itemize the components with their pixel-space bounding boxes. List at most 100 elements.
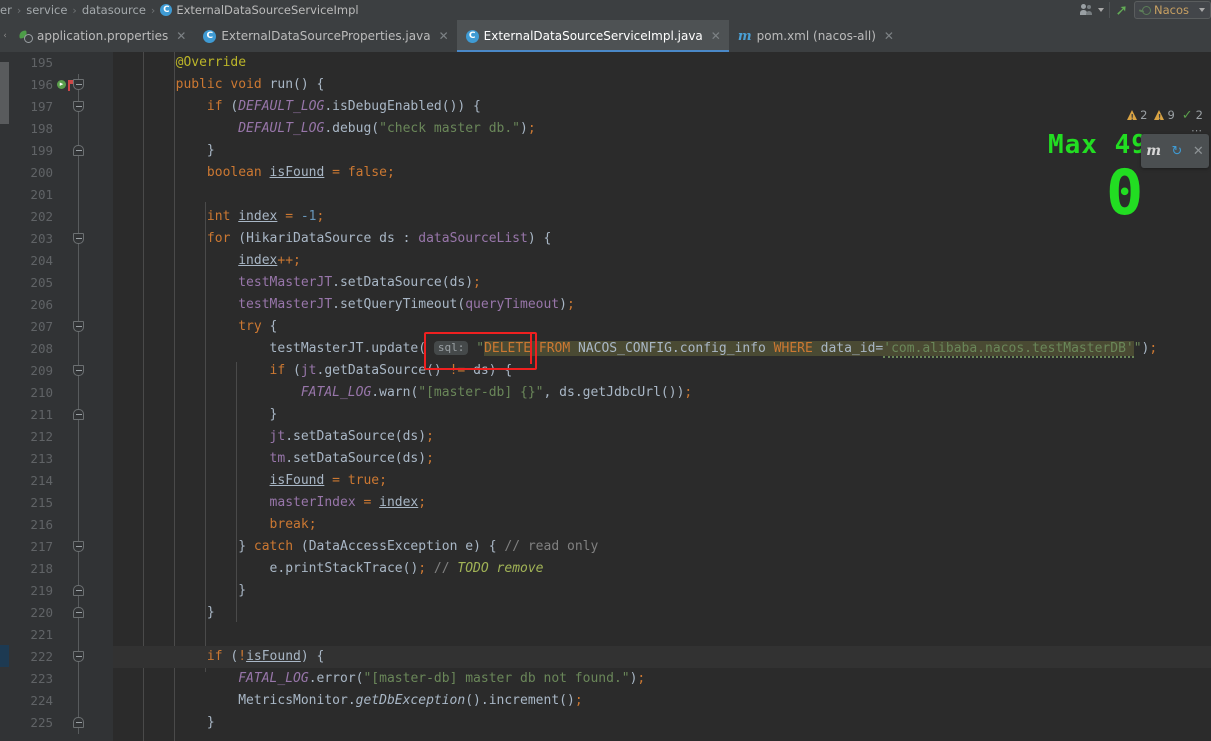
maven-floating-toolbar[interactable]: ⋯ m ↻ ✕ [1141,124,1209,168]
fold-marker[interactable] [73,580,84,602]
fold-marker[interactable] [73,96,84,118]
code-line[interactable]: boolean isFound = false; [113,162,1211,184]
fold-marker[interactable] [73,382,84,404]
override-marker-icon[interactable] [67,78,73,91]
line-number: 206 [30,297,53,312]
fold-marker[interactable] [73,316,84,338]
tab-external-datasource-properties[interactable]: C ExternalDataSourceProperties.java ✕ [194,20,456,52]
gutter-row: 224 [9,690,113,712]
fold-marker[interactable] [73,360,84,382]
code-line[interactable]: tm.setDataSource(ds); [113,448,1211,470]
fold-marker[interactable] [73,140,84,162]
code-line[interactable] [113,624,1211,646]
run-gutter-icon[interactable]: ▸ [57,80,66,89]
close-icon[interactable]: ✕ [176,30,186,42]
code-line[interactable]: @Override [113,52,1211,74]
code-line[interactable]: } [113,712,1211,734]
code-line[interactable]: for (HikariDataSource ds : dataSourceLis… [113,228,1211,250]
breadcrumb-item-2[interactable]: datasource [82,3,146,17]
fold-marker[interactable] [73,448,84,470]
fold-marker[interactable] [73,404,84,426]
code-line[interactable]: } [113,140,1211,162]
code-line[interactable]: masterIndex = index; [113,492,1211,514]
code-line[interactable]: index++; [113,250,1211,272]
code-line[interactable]: if (DEFAULT_LOG.isDebugEnabled()) { [113,96,1211,118]
fold-marker[interactable] [73,558,84,580]
close-icon[interactable]: ✕ [711,30,721,42]
run-configuration-selector[interactable]: Nacos [1134,1,1211,19]
breadcrumb-item-0[interactable]: er [0,3,12,17]
code-editor[interactable]: 195 196 ▸ 197 198 199 200 201 202 203 204 205 206 207… [0,52,1211,741]
code-line[interactable]: DEFAULT_LOG.debug("check master db."); [113,118,1211,140]
code-line[interactable]: if (!isFound) { [113,646,1211,668]
fold-marker[interactable] [73,514,84,536]
code-line[interactable]: int index = -1; [113,206,1211,228]
gutter-row: 199 [9,140,113,162]
code-line[interactable]: } catch (DataAccessException e) { // rea… [113,536,1211,558]
code-line[interactable]: jt.setDataSource(ds); [113,426,1211,448]
fold-marker[interactable] [73,162,84,184]
fold-marker[interactable] [73,536,84,558]
fold-marker[interactable] [73,646,84,668]
fold-marker[interactable] [73,228,84,250]
line-number: 219 [30,583,53,598]
code-line[interactable]: } [113,580,1211,602]
fold-marker[interactable] [73,250,84,272]
code-line[interactable]: try { [113,316,1211,338]
code-line[interactable]: FATAL_LOG.warn("[master-db] {}", ds.getJ… [113,382,1211,404]
class-icon: C [203,29,217,43]
inspection-widget[interactable]: 2 9 ✓ 2 [1127,108,1207,122]
fold-marker[interactable] [73,624,84,646]
run-arrow-icon[interactable]: ➚ [1115,2,1128,18]
code-line[interactable]: } [113,404,1211,426]
code-line[interactable]: if (jt.getDataSource() != ds) { [113,360,1211,382]
fold-marker[interactable] [73,338,84,360]
code-line[interactable]: e.printStackTrace(); // TODO remove [113,558,1211,580]
fold-marker[interactable] [73,602,84,624]
users-icon[interactable] [1080,4,1094,16]
code-line[interactable]: testMasterJT.update( sql: "DELETE FROM N… [113,338,1211,360]
fold-marker[interactable] [73,712,84,734]
more-icon[interactable]: ⋯ [1191,124,1203,137]
gutter-row: 205 [9,272,113,294]
line-number: 195 [30,55,53,70]
maven-icon: m [1146,143,1162,159]
code-line[interactable]: public void run() { [113,74,1211,96]
tab-external-datasource-service-impl[interactable]: C ExternalDataSourceServiceImpl.java ✕ [456,20,730,52]
scrollbar-thumb[interactable] [0,62,9,124]
code-line[interactable]: } [113,602,1211,624]
fold-marker[interactable] [73,294,84,316]
code-line[interactable]: testMasterJT.setDataSource(ds); [113,272,1211,294]
close-icon[interactable]: ✕ [439,30,449,42]
fold-marker[interactable] [73,690,84,712]
fold-marker[interactable] [73,426,84,448]
fold-marker[interactable] [73,52,84,74]
code-line[interactable]: isFound = true; [113,470,1211,492]
code-line-list: @Override public void run() { if (DEFAUL… [113,52,1211,734]
gutter-row: 212 [9,426,113,448]
chevron-down-icon[interactable] [1098,8,1105,12]
fold-marker[interactable] [73,184,84,206]
fold-marker[interactable] [73,272,84,294]
tab-application-properties[interactable]: application.properties ✕ [10,20,194,52]
fold-marker[interactable] [73,470,84,492]
code-line[interactable]: FATAL_LOG.error("[master-db] master db n… [113,668,1211,690]
fold-marker[interactable] [73,668,84,690]
breadcrumb-item-3[interactable]: ExternalDataSourceServiceImpl [176,3,358,17]
fold-marker[interactable] [73,118,84,140]
code-line[interactable]: break; [113,514,1211,536]
code-line[interactable]: MetricsMonitor.getDbException().incremen… [113,690,1211,712]
close-icon[interactable]: ✕ [1193,144,1204,159]
code-content[interactable]: @Override public void run() { if (DEFAUL… [113,52,1211,741]
breadcrumb-item-1[interactable]: service [26,3,67,17]
refresh-icon[interactable]: ↻ [1172,144,1183,159]
tab-pom-xml[interactable]: m pom.xml (nacos-all) ✕ [729,20,902,52]
fold-marker[interactable] [73,206,84,228]
close-icon[interactable]: ✕ [884,30,894,42]
fold-marker[interactable] [73,492,84,514]
tab-scroll-left-icon[interactable]: ‹ [0,20,10,52]
code-line[interactable]: testMasterJT.setQueryTimeout(queryTimeou… [113,294,1211,316]
code-line[interactable] [113,184,1211,206]
fold-marker[interactable] [73,74,84,96]
check-icon: ✓ [1181,107,1193,123]
